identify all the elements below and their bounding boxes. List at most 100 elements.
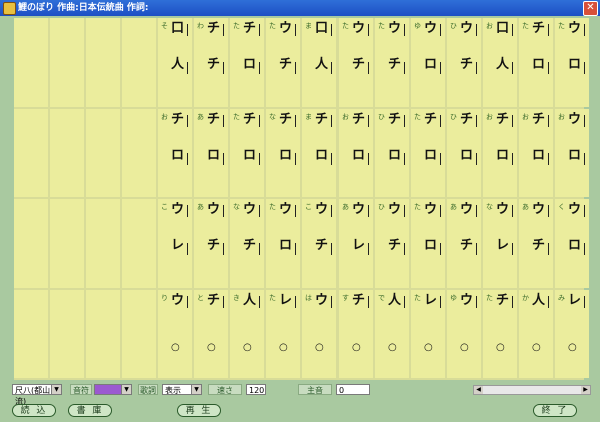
lyric-kana: た	[378, 22, 385, 30]
beat-line	[223, 24, 224, 36]
note-cell[interactable]: あウチ	[519, 199, 553, 288]
note-cell[interactable]: お口人	[483, 18, 517, 107]
note-cell[interactable]: あチロ	[194, 109, 228, 197]
note-cell[interactable]: き人 ○	[230, 290, 264, 378]
arrow-left-icon[interactable]: ◀	[474, 386, 483, 394]
speed-value: 120	[249, 386, 265, 395]
note-cell[interactable]: おチロ	[519, 109, 553, 197]
beat-line	[512, 243, 513, 255]
note-cell[interactable]: ゆウロ	[411, 18, 445, 107]
note-cell[interactable]: たチロ	[519, 18, 553, 107]
beat-line	[548, 153, 549, 165]
lyric-kana: た	[342, 22, 349, 30]
empty-cell	[14, 199, 48, 288]
note-cell[interactable]: ひウチ	[447, 18, 481, 107]
note-cell[interactable]: たウロ	[555, 18, 589, 107]
speed-input[interactable]: 120	[246, 384, 266, 395]
library-button[interactable]: 書 庫	[68, 404, 112, 417]
note-cell[interactable]: ひチロ	[375, 109, 409, 197]
beat-line	[584, 296, 585, 308]
note-symbol: チ	[424, 112, 438, 127]
lyric-kana: そ	[161, 22, 168, 30]
note-cell[interactable]: あウチ	[447, 199, 481, 288]
note-symbol: ウ	[352, 202, 366, 217]
instrument-select[interactable]: 尺八(都山流) ▼	[12, 384, 62, 406]
close-icon[interactable]: ✕	[583, 1, 598, 16]
note-cell[interactable]: こウレ	[158, 199, 192, 288]
note-cell[interactable]: おウロ	[555, 109, 589, 197]
chevron-down-icon[interactable]: ▼	[191, 385, 201, 394]
chevron-down-icon[interactable]: ▼	[121, 385, 131, 394]
empty-cell	[86, 199, 120, 288]
note-symbol: ウ	[243, 202, 257, 217]
note-cell[interactable]: たウロ	[266, 199, 300, 288]
note-cell[interactable]: こウチ	[302, 199, 336, 288]
note-cell[interactable]: あウチ	[194, 199, 228, 288]
note-cell[interactable]: みレ ○	[555, 290, 589, 378]
lyrics-select[interactable]: 表示 ▼	[162, 384, 202, 395]
note-symbol: チ	[352, 57, 366, 72]
note-cell[interactable]: おチロ	[158, 109, 192, 197]
note-cell[interactable]: あウレ	[339, 199, 373, 288]
play-button[interactable]: 再 生	[177, 404, 221, 417]
note-cell[interactable]: りウ ○	[158, 290, 192, 378]
beat-line	[223, 205, 224, 217]
note-symbol: チ	[207, 238, 221, 253]
note-cell[interactable]: とチ ○	[194, 290, 228, 378]
rest-symbol: ○	[352, 342, 361, 353]
note-cell[interactable]: たチ ○	[483, 290, 517, 378]
empty-cell	[122, 290, 156, 378]
rest-symbol: ○	[171, 342, 180, 353]
note-cell[interactable]: わチチ	[194, 18, 228, 107]
lyric-kana: ま	[305, 113, 312, 121]
lyric-kana: わ	[197, 22, 204, 30]
load-button[interactable]: 読 込	[12, 404, 56, 417]
note-cell[interactable]: なチロ	[266, 109, 300, 197]
note-cell[interactable]: まチロ	[302, 109, 336, 197]
note-cell[interactable]: たレ ○	[266, 290, 300, 378]
beat-line	[440, 205, 441, 217]
note-cell[interactable]: たチロ	[230, 109, 264, 197]
note-cell[interactable]: はウ ○	[302, 290, 336, 378]
window-title: 鯉のぼり 作曲:日本伝統曲 作詞:	[18, 3, 149, 13]
note-cell[interactable]: たウチ	[375, 18, 409, 107]
note-cell[interactable]: たチロ	[230, 18, 264, 107]
note-cell[interactable]: たチロ	[411, 109, 445, 197]
note-symbol: ウ	[279, 202, 293, 217]
note-cell[interactable]: たウロ	[411, 199, 445, 288]
note-symbol: チ	[243, 112, 257, 127]
note-symbol: チ	[207, 21, 221, 36]
note-cell[interactable]: たレ ○	[411, 290, 445, 378]
beat-line	[548, 243, 549, 255]
lyric-kana: あ	[450, 203, 457, 211]
note-cell[interactable]: ひウチ	[375, 199, 409, 288]
beat-line	[295, 205, 296, 217]
note-cell[interactable]: たウチ	[266, 18, 300, 107]
note-symbol: レ	[171, 238, 185, 253]
horizontal-scrollbar[interactable]: ◀ ▶	[473, 385, 591, 395]
note-cell[interactable]: か人 ○	[519, 290, 553, 378]
lyric-kana: お	[342, 113, 349, 121]
note-cell[interactable]: すチ ○	[339, 290, 373, 378]
note-cell[interactable]: で人 ○	[375, 290, 409, 378]
note-cell[interactable]: なウチ	[230, 199, 264, 288]
arrow-right-icon[interactable]: ▶	[581, 386, 590, 394]
note-cell[interactable]: ま口人	[302, 18, 336, 107]
note-cell[interactable]: おチロ	[483, 109, 517, 197]
beat-line	[512, 115, 513, 127]
chevron-down-icon[interactable]: ▼	[51, 385, 61, 394]
note-cell[interactable]: そ口人	[158, 18, 192, 107]
note-cell[interactable]: ゆウ ○	[447, 290, 481, 378]
master-input[interactable]: 0	[336, 384, 370, 395]
note-cell[interactable]: おチロ	[339, 109, 373, 197]
note-cell[interactable]: たウチ	[339, 18, 373, 107]
empty-cell	[14, 18, 48, 107]
note-cell[interactable]: ひチロ	[447, 109, 481, 197]
note-cell[interactable]: くウロ	[555, 199, 589, 288]
app-icon	[3, 2, 16, 15]
note-cell[interactable]: なウレ	[483, 199, 517, 288]
beat-line	[440, 24, 441, 36]
exit-button[interactable]: 終 了	[533, 404, 577, 417]
row-select[interactable]: ▼	[94, 384, 132, 395]
note-symbol: ロ	[532, 148, 546, 163]
